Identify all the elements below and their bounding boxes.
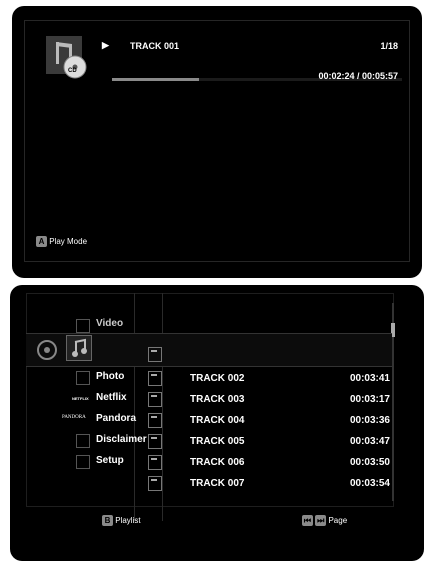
sidebar-item-setup[interactable]: Setup bbox=[96, 455, 124, 466]
track-index: 1/18 bbox=[380, 41, 398, 51]
track-name: TRACK 002 bbox=[190, 373, 245, 384]
sidebar-item-disclaimer[interactable]: Disclaimer bbox=[96, 434, 147, 445]
sidebar-item-pandora[interactable]: Pandora bbox=[96, 413, 136, 424]
a-key-icon: A bbox=[36, 236, 47, 247]
track-duration: 00:03:41 bbox=[349, 373, 390, 384]
play-icon: ▶ bbox=[102, 40, 109, 50]
playlist-label: Playlist bbox=[115, 516, 141, 525]
file-icon bbox=[148, 392, 162, 407]
progress-fill bbox=[112, 78, 199, 81]
page-label: Page bbox=[328, 516, 348, 525]
pandora-logo: PANDORA bbox=[62, 415, 86, 420]
time-readout: 00:02:24 / 00:05:57 bbox=[318, 71, 398, 81]
track-row[interactable]: TRACK 005 00:03:47 bbox=[190, 431, 390, 451]
track-row[interactable]: TRACK 004 00:03:36 bbox=[190, 410, 390, 430]
disc-label: CD bbox=[68, 68, 77, 74]
file-icon bbox=[148, 347, 162, 362]
disc-icon bbox=[36, 339, 58, 361]
track-name: TRACK 006 bbox=[190, 457, 245, 468]
track-name: TRACK 005 bbox=[190, 436, 245, 447]
track-name: TRACK 003 bbox=[190, 394, 245, 405]
track-row[interactable]: TRACK 003 00:03:17 bbox=[190, 389, 390, 409]
track-duration: 00:03:17 bbox=[349, 394, 390, 405]
file-icon bbox=[148, 413, 162, 428]
video-icon bbox=[76, 319, 90, 333]
play-mode-label: Play Mode bbox=[49, 237, 88, 246]
track-title: TRACK 001 bbox=[130, 41, 180, 51]
disclaimer-icon bbox=[76, 434, 90, 448]
page-hint[interactable]: ⏮ ⏭ Page bbox=[302, 515, 347, 526]
track-row[interactable]: TRACK 007 00:03:54 bbox=[190, 473, 390, 493]
track-row[interactable]: TRACK 002 00:03:41 bbox=[190, 368, 390, 388]
skip-forward-icon: ⏭ bbox=[315, 515, 327, 526]
browser-panel: Video Photo NETFLIX Netflix PANDORA Pand… bbox=[10, 285, 424, 561]
file-icon bbox=[148, 371, 162, 386]
photo-icon bbox=[76, 371, 90, 385]
setup-icon bbox=[76, 455, 90, 469]
play-mode-hint[interactable]: A Play Mode bbox=[36, 236, 87, 247]
now-playing-panel: CD ▶ TRACK 001 1/18 00:02:24 / 00:05:57 … bbox=[12, 6, 422, 278]
sidebar-item-video[interactable]: Video bbox=[96, 318, 123, 329]
track-name: TRACK 004 bbox=[190, 415, 245, 426]
file-icon bbox=[148, 476, 162, 491]
track-duration: 00:03:50 bbox=[349, 457, 390, 468]
column-divider bbox=[162, 293, 163, 521]
track-name: TRACK 007 bbox=[190, 478, 245, 489]
track-duration: 00:03:36 bbox=[349, 415, 390, 426]
file-icon bbox=[148, 455, 162, 470]
sidebar-item-photo[interactable]: Photo bbox=[96, 371, 124, 382]
track-row[interactable]: TRACK 006 00:03:50 bbox=[190, 452, 390, 472]
track-duration: 00:03:54 bbox=[349, 478, 390, 489]
column-divider bbox=[134, 293, 135, 521]
netflix-logo: NETFLIX bbox=[72, 396, 89, 401]
b-key-icon: B bbox=[102, 515, 113, 526]
skip-back-icon: ⏮ bbox=[302, 515, 313, 526]
music-note-icon bbox=[66, 335, 92, 361]
playlist-hint[interactable]: B Playlist bbox=[102, 515, 141, 526]
file-icon bbox=[148, 434, 162, 449]
track-duration: 00:03:47 bbox=[349, 436, 390, 447]
music-cd-icon bbox=[44, 34, 90, 80]
sidebar-item-netflix[interactable]: Netflix bbox=[96, 392, 127, 403]
